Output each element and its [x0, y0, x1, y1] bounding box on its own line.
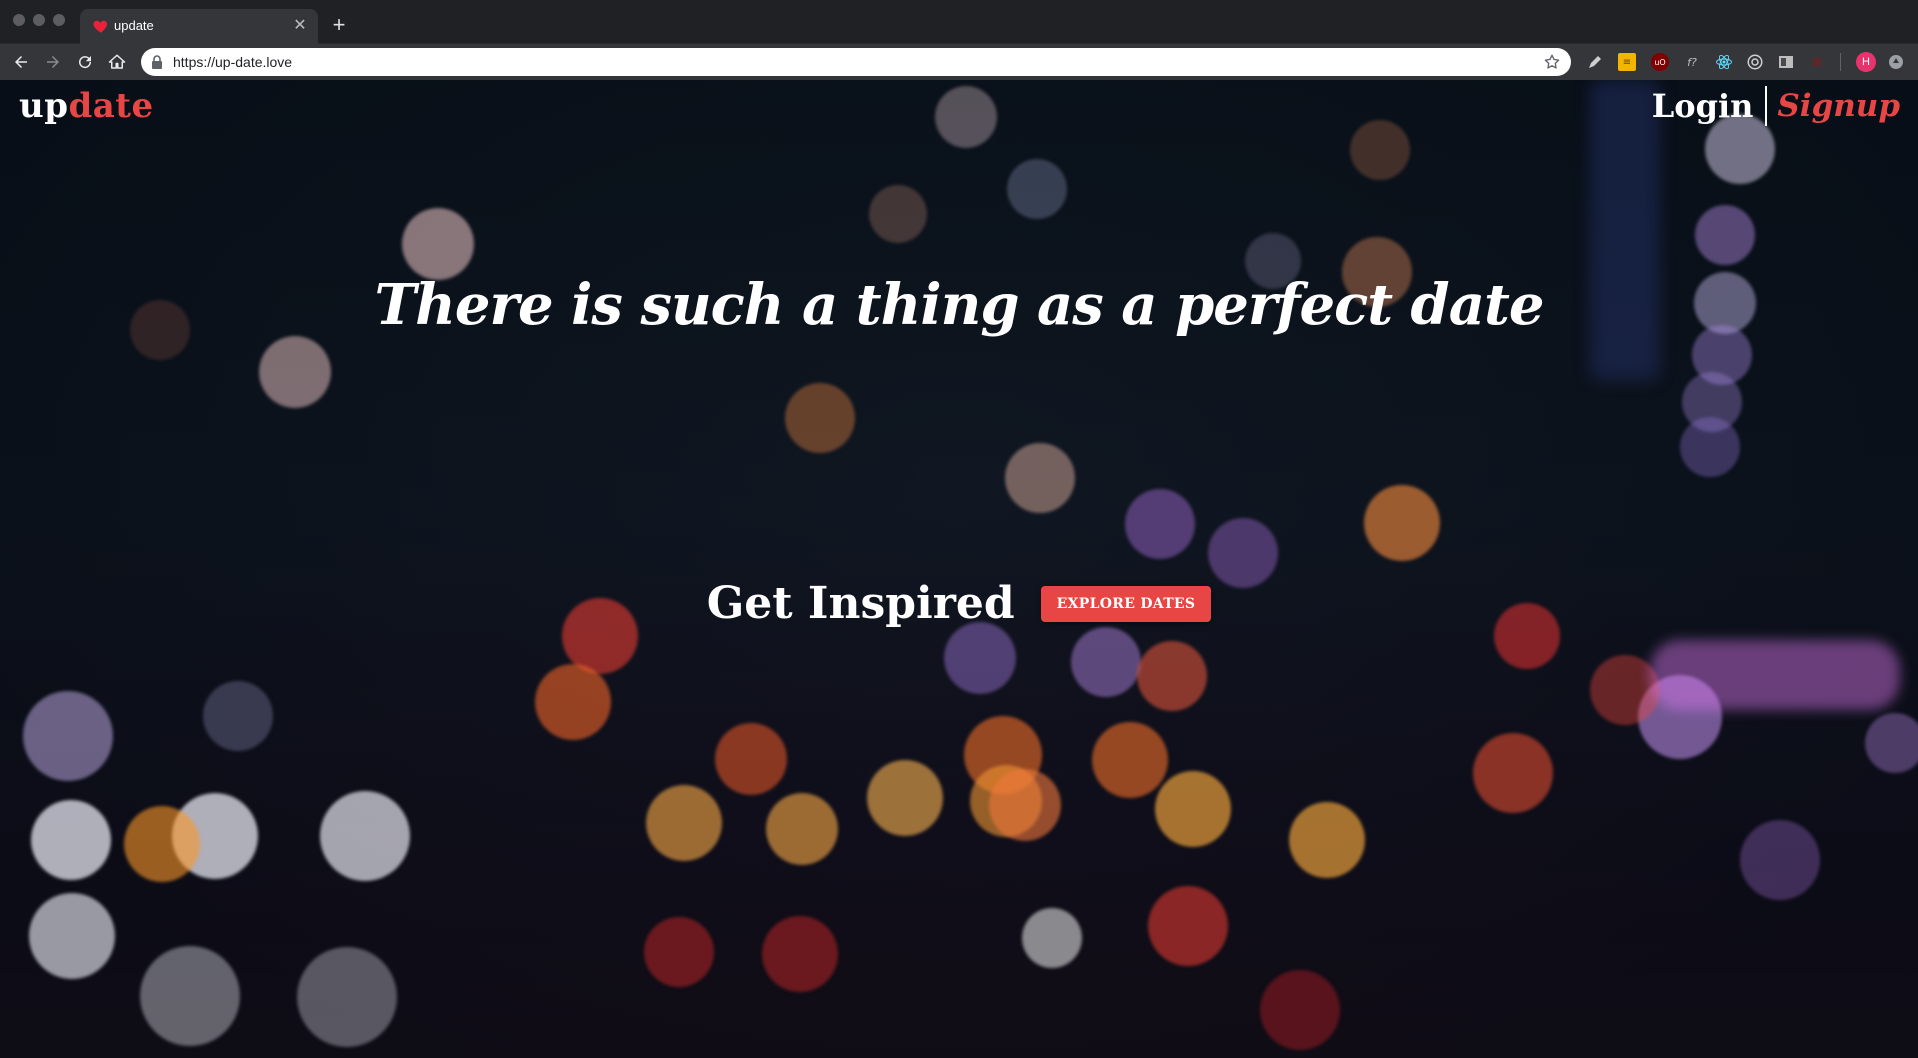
bokeh-light — [1364, 485, 1440, 561]
browser-tab[interactable]: update ✕ — [80, 9, 318, 44]
address-bar[interactable]: https://up-date.love — [141, 48, 1571, 76]
tab-title: update — [114, 18, 154, 33]
bokeh-light — [31, 800, 111, 880]
font-icon[interactable]: f? — [1683, 53, 1701, 71]
bokeh-light — [402, 208, 474, 280]
reload-icon[interactable] — [72, 49, 98, 75]
bokeh-light — [1137, 641, 1207, 711]
bokeh-light — [203, 681, 273, 751]
window-zoom-dot[interactable] — [53, 14, 65, 26]
react-icon[interactable] — [1715, 53, 1733, 71]
notes-icon[interactable]: ≡ — [1618, 53, 1636, 71]
bokeh-light — [1125, 489, 1195, 559]
bokeh-light — [762, 916, 838, 992]
bokeh-light — [1350, 120, 1410, 180]
bokeh-light — [1092, 722, 1168, 798]
url-text: https://up-date.love — [173, 54, 293, 70]
target-icon[interactable] — [1746, 53, 1764, 71]
forward-icon[interactable] — [40, 49, 66, 75]
bokeh-light — [1865, 713, 1918, 773]
bokeh-light — [989, 769, 1061, 841]
puzzle-icon[interactable] — [1808, 53, 1826, 71]
bokeh-light — [1473, 733, 1553, 813]
bokeh-light — [1260, 970, 1340, 1050]
bokeh-light — [869, 185, 927, 243]
bokeh-light — [1740, 820, 1820, 900]
bokeh-light — [1650, 640, 1900, 710]
page-hero: update Login Signup There is such a thin… — [0, 80, 1918, 1058]
browser-toolbar: https://up-date.love ≡ uO f? H — [0, 44, 1918, 80]
layout-icon[interactable] — [1777, 53, 1795, 71]
logo-part-date: date — [68, 86, 154, 126]
ublock-icon[interactable]: uO — [1651, 53, 1669, 71]
bokeh-light — [1289, 802, 1365, 878]
auth-divider — [1765, 86, 1768, 126]
bokeh-light — [715, 723, 787, 795]
window-close-dot[interactable] — [13, 14, 25, 26]
heart-icon — [93, 20, 108, 33]
bokeh-light — [867, 760, 943, 836]
bokeh-light — [124, 806, 200, 882]
bokeh-light — [23, 691, 113, 781]
login-link[interactable]: Login — [1652, 87, 1754, 125]
browser-tab-bar: update ✕ + — [0, 0, 1918, 44]
cta-row: Get Inspired EXPLORE DATES — [0, 578, 1918, 629]
bokeh-light — [944, 622, 1016, 694]
bokeh-light — [535, 664, 611, 740]
window-minimize-dot[interactable] — [33, 14, 45, 26]
bookmark-star-icon[interactable] — [1543, 53, 1561, 71]
bokeh-light — [1695, 205, 1755, 265]
bokeh-light — [1680, 417, 1740, 477]
bokeh-light — [1148, 886, 1228, 966]
pen-icon[interactable] — [1586, 53, 1604, 71]
signup-link[interactable]: Signup — [1777, 88, 1900, 124]
lock-icon — [152, 55, 162, 69]
toolbar-divider — [1840, 53, 1841, 71]
bokeh-light — [935, 86, 997, 148]
bokeh-light — [29, 893, 115, 979]
auth-links: Login Signup — [1652, 86, 1900, 126]
bokeh-light — [644, 917, 714, 987]
bokeh-light — [1155, 771, 1231, 847]
bokeh-light — [259, 336, 331, 408]
hero-headline: There is such a thing as a perfect date — [374, 272, 1545, 338]
new-tab-icon[interactable]: + — [326, 13, 352, 39]
bokeh-light — [766, 793, 838, 865]
back-icon[interactable] — [8, 49, 34, 75]
explore-dates-button[interactable]: EXPLORE DATES — [1040, 585, 1212, 622]
site-logo[interactable]: update — [19, 86, 154, 126]
bokeh-light — [1071, 627, 1141, 697]
bokeh-light — [785, 383, 855, 453]
bokeh-light — [1007, 159, 1067, 219]
bokeh-light — [1022, 908, 1082, 968]
logo-part-up: up — [19, 86, 69, 126]
home-icon[interactable] — [104, 49, 130, 75]
bokeh-light — [1005, 443, 1075, 513]
bokeh-light — [140, 946, 240, 1046]
chrome-menu-icon[interactable] — [1887, 53, 1905, 71]
cta-text: Get Inspired — [706, 578, 1015, 629]
bokeh-light — [320, 791, 410, 881]
profile-avatar[interactable]: H — [1856, 52, 1876, 72]
bokeh-light — [646, 785, 722, 861]
bokeh-light — [297, 947, 397, 1047]
close-tab-icon[interactable]: ✕ — [290, 16, 310, 36]
